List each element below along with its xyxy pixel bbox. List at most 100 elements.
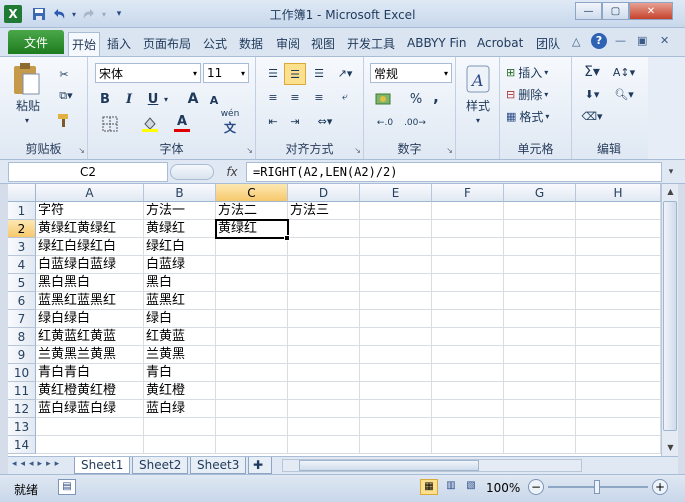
zoom-level[interactable]: 100% <box>486 481 520 495</box>
cell-b2[interactable]: 黄绿红 <box>144 220 216 238</box>
cell-f1[interactable] <box>432 202 504 220</box>
align-bottom-icon[interactable]: ☰ <box>308 63 330 83</box>
column-header-d[interactable]: D <box>288 184 360 202</box>
cell-a11[interactable]: 黄红橙黄红橙 <box>36 382 144 400</box>
cell-f12[interactable] <box>432 400 504 418</box>
cell-h4[interactable] <box>576 256 661 274</box>
cell-e3[interactable] <box>360 238 432 256</box>
cell-g13[interactable] <box>504 418 576 436</box>
cell-f7[interactable] <box>432 310 504 328</box>
border-icon[interactable] <box>98 115 122 133</box>
cell-f11[interactable] <box>432 382 504 400</box>
shrink-font-button[interactable]: A <box>206 91 222 109</box>
clipboard-launcher-icon[interactable]: ↘ <box>78 146 85 155</box>
row-header[interactable]: 14 <box>8 436 36 454</box>
cell-e5[interactable] <box>360 274 432 292</box>
decrease-decimal-icon[interactable]: .00→ <box>402 113 428 133</box>
row-header[interactable]: 1 <box>8 202 36 220</box>
cell-h12[interactable] <box>576 400 661 418</box>
name-box[interactable]: C2 <box>8 162 168 182</box>
fill-icon[interactable]: ⬇▾ <box>578 85 606 103</box>
cell-c7[interactable] <box>216 310 288 328</box>
zoom-in-icon[interactable]: + <box>652 479 668 495</box>
cell-h13[interactable] <box>576 418 661 436</box>
new-sheet-icon[interactable]: ✚ <box>248 457 272 474</box>
zoom-out-icon[interactable]: − <box>528 479 544 495</box>
select-all-corner[interactable] <box>8 184 36 202</box>
row-header[interactable]: 5 <box>8 274 36 292</box>
cell-h9[interactable] <box>576 346 661 364</box>
cell-f2[interactable] <box>432 220 504 238</box>
cell-f14[interactable] <box>432 436 504 454</box>
row-header[interactable]: 4 <box>8 256 36 274</box>
cell-a8[interactable]: 红黄蓝红黄蓝 <box>36 328 144 346</box>
column-header-a[interactable]: A <box>36 184 144 202</box>
cell-h14[interactable] <box>576 436 661 454</box>
tab-formulas[interactable]: 公式 <box>200 33 230 53</box>
cell-h10[interactable] <box>576 364 661 382</box>
cell-h7[interactable] <box>576 310 661 328</box>
cell-f13[interactable] <box>432 418 504 436</box>
percent-button[interactable]: % <box>408 89 424 109</box>
font-name-dropdown-icon[interactable]: ▾ <box>193 69 200 78</box>
phonetic-button[interactable]: wén 文 <box>216 109 244 135</box>
cell-b1[interactable]: 方法一 <box>144 202 216 220</box>
styles-dropdown-icon[interactable]: ▾ <box>471 115 485 125</box>
cell-g4[interactable] <box>504 256 576 274</box>
cell-g1[interactable] <box>504 202 576 220</box>
row-header[interactable]: 11 <box>8 382 36 400</box>
cell-b3[interactable]: 绿红白 <box>144 238 216 256</box>
cell-c11[interactable] <box>216 382 288 400</box>
cell-c14[interactable] <box>216 436 288 454</box>
cell-e2[interactable] <box>360 220 432 238</box>
cell-d6[interactable] <box>288 292 360 310</box>
wrap-text-icon[interactable]: ⤶ <box>332 87 358 107</box>
currency-icon[interactable] <box>372 89 398 109</box>
tab-data[interactable]: 数据 <box>236 33 266 53</box>
cell-f10[interactable] <box>432 364 504 382</box>
column-header-c[interactable]: C <box>216 184 288 202</box>
cell-e8[interactable] <box>360 328 432 346</box>
page-break-view-icon[interactable]: ▧ <box>462 479 480 495</box>
cell-g7[interactable] <box>504 310 576 328</box>
tab-team[interactable]: 团队 <box>533 33 563 53</box>
cell-g10[interactable] <box>504 364 576 382</box>
row-header[interactable]: 8 <box>8 328 36 346</box>
cell-b14[interactable] <box>144 436 216 454</box>
decrease-indent-icon[interactable]: ⇤ <box>262 111 284 131</box>
cell-d1[interactable]: 方法三 <box>288 202 360 220</box>
delete-cells-button[interactable]: ⊟ 删除 ▾ <box>506 85 568 103</box>
minimize-icon[interactable]: — <box>575 2 602 20</box>
cell-g11[interactable] <box>504 382 576 400</box>
scroll-thumb[interactable] <box>663 201 677 431</box>
worksheet-grid[interactable]: A B C D E F G H 1 2 3 4 5 6 7 8 9 10 11 … <box>8 184 661 456</box>
cell-d8[interactable] <box>288 328 360 346</box>
font-name-combo[interactable]: 宋体 ▾ <box>95 63 201 83</box>
cell-e6[interactable] <box>360 292 432 310</box>
align-top-icon[interactable]: ☰ <box>262 63 284 83</box>
copy-icon[interactable]: ⧉▾ <box>54 87 78 105</box>
clear-icon[interactable]: ⌫▾ <box>578 107 606 125</box>
insert-function-button[interactable]: fx <box>222 162 242 182</box>
font-size-combo[interactable]: 11 ▾ <box>203 63 249 83</box>
cell-h5[interactable] <box>576 274 661 292</box>
formula-input[interactable]: =RIGHT(A2,LEN(A2)/2) <box>246 162 662 182</box>
cell-b8[interactable]: 红黄蓝 <box>144 328 216 346</box>
cell-d4[interactable] <box>288 256 360 274</box>
cell-a2[interactable]: 黄绿红黄绿红 <box>36 220 144 238</box>
sheet-nav-icons[interactable]: ◂◂◂▸▸▸ <box>12 459 76 469</box>
cell-g12[interactable] <box>504 400 576 418</box>
cell-d10[interactable] <box>288 364 360 382</box>
cell-b11[interactable]: 黄红橙 <box>144 382 216 400</box>
number-launcher-icon[interactable]: ↘ <box>446 146 453 155</box>
cell-a14[interactable] <box>36 436 144 454</box>
cell-a5[interactable]: 黑白黑白 <box>36 274 144 292</box>
cell-e10[interactable] <box>360 364 432 382</box>
cell-b10[interactable]: 青白 <box>144 364 216 382</box>
cell-c12[interactable] <box>216 400 288 418</box>
cell-e1[interactable] <box>360 202 432 220</box>
cell-f6[interactable] <box>432 292 504 310</box>
cell-f8[interactable] <box>432 328 504 346</box>
cell-d3[interactable] <box>288 238 360 256</box>
cell-g5[interactable] <box>504 274 576 292</box>
